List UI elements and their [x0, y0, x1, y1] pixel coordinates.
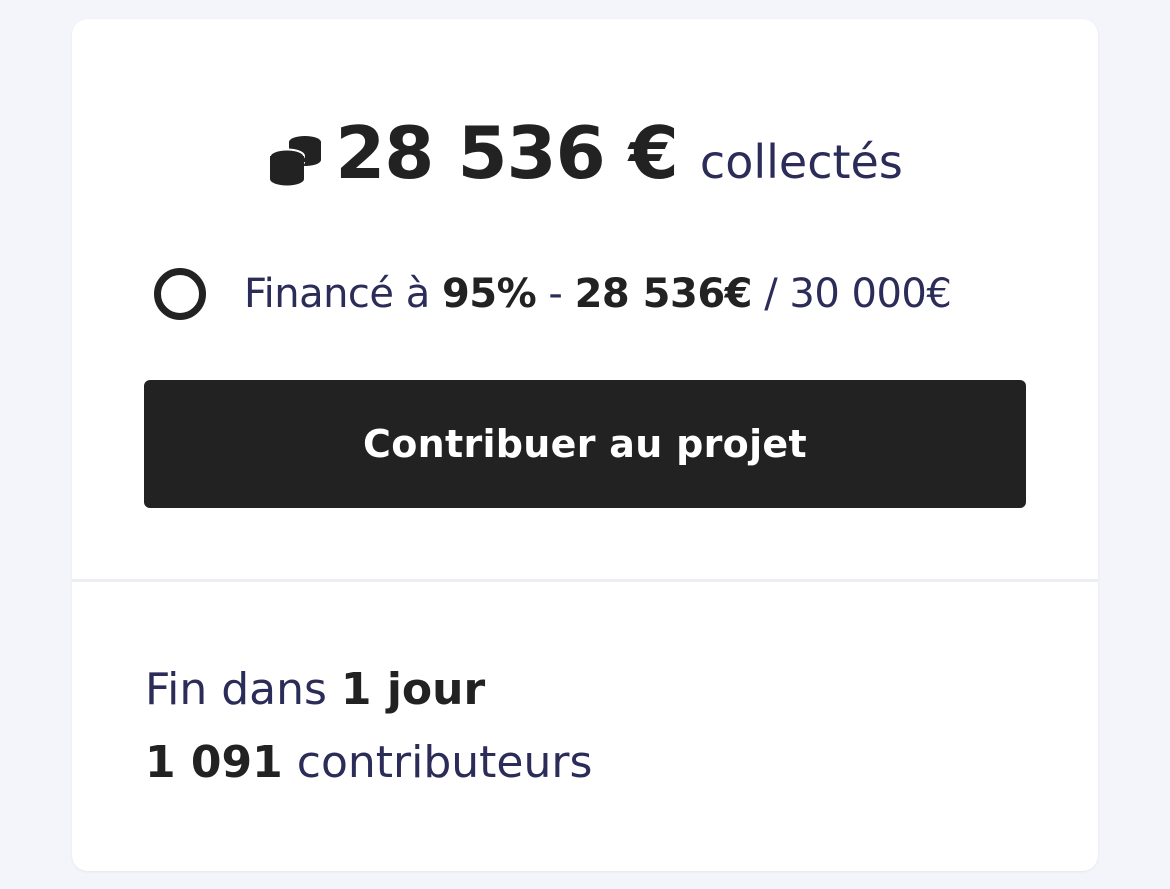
funding-goal: 30 000€: [789, 271, 952, 317]
funding-separator: -: [536, 271, 575, 317]
raised-suffix: collectés: [699, 135, 903, 189]
contributors-count: 1 091 contributeurs: [145, 737, 592, 788]
raised-amount-row: 28 536 € collectés: [72, 111, 1098, 195]
contributors-number: 1 091: [145, 737, 283, 788]
divider: [72, 579, 1098, 582]
end-value: 1 jour: [340, 664, 486, 715]
funding-summary: 28 536 € collectés Financé à 95% - 28 53…: [72, 19, 1098, 581]
funding-progress-row: Financé à 95% - 28 536€ / 30 000€: [154, 259, 952, 329]
progress-ring-icon: [154, 268, 206, 320]
contributors-label: contributeurs: [282, 737, 593, 788]
funding-raised: 28 536€: [574, 271, 753, 317]
funding-slash: /: [752, 271, 790, 317]
end-date: Fin dans 1 jour: [145, 664, 485, 715]
raised-amount: 28 536 €: [335, 111, 679, 195]
funding-percent: 95%: [441, 271, 537, 317]
end-prefix: Fin dans: [145, 664, 341, 715]
funding-card: 28 536 € collectés Financé à 95% - 28 53…: [72, 19, 1098, 871]
funding-prefix: Financé à: [244, 271, 442, 317]
funding-status: Financé à 95% - 28 536€ / 30 000€: [244, 271, 952, 317]
contribute-button[interactable]: Contribuer au projet: [144, 380, 1026, 508]
coins-icon: [267, 130, 325, 188]
